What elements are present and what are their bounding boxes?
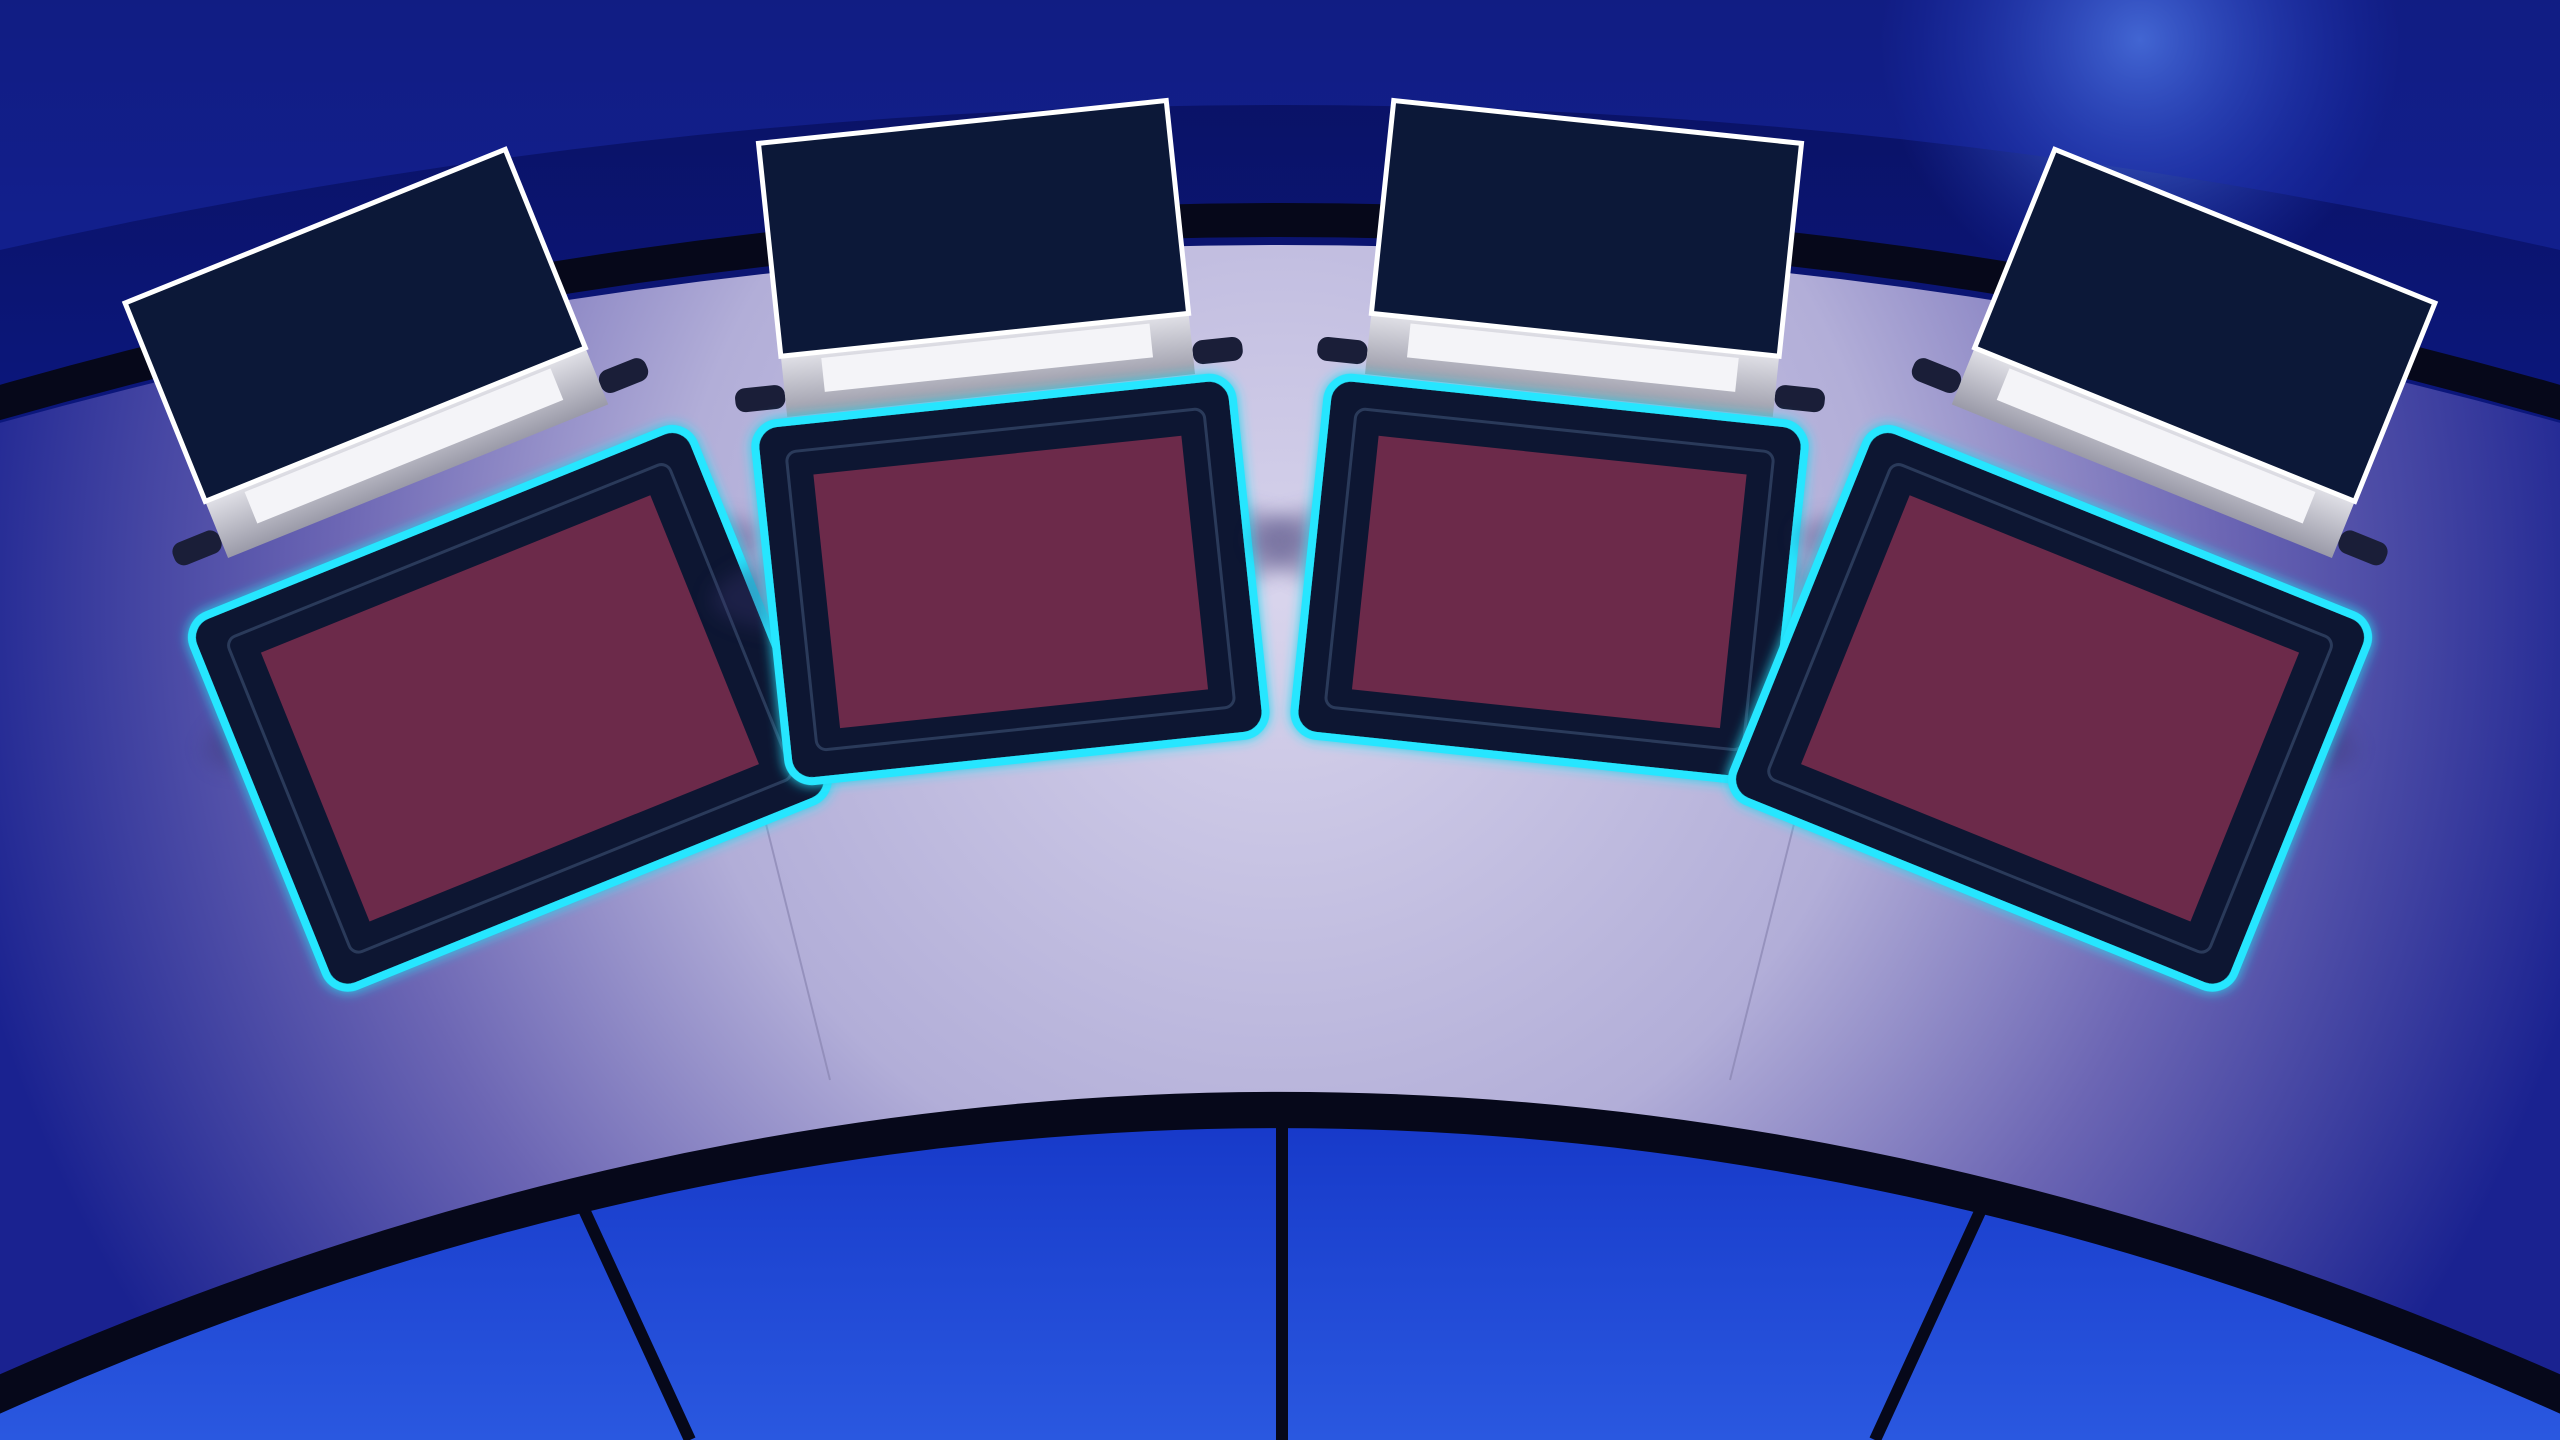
name-panel-face	[1351, 435, 1747, 729]
monitor	[1317, 97, 1825, 417]
monitor-screen	[1368, 97, 1805, 359]
name-panel-face	[813, 435, 1209, 729]
name-panel	[1290, 373, 1809, 786]
monitor-screen	[755, 97, 1192, 359]
game-stage	[0, 0, 2560, 1440]
stage-scene	[0, 0, 2560, 1440]
name-panel	[751, 373, 1270, 786]
monitor	[735, 97, 1243, 417]
